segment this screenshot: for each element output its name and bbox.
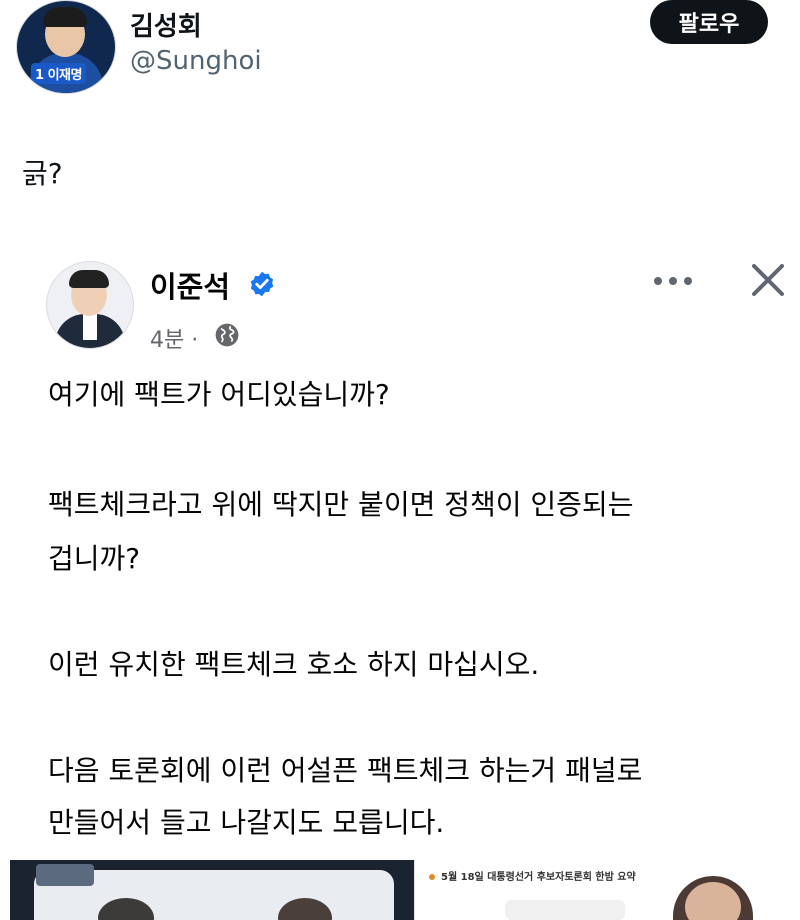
post-paragraph: 다음 토론회에 이런 어설픈 팩트체크 하는거 패널로	[48, 754, 643, 787]
image-caption-text: 5월 18일 대통령선거 후보자토론회 한밤 요약	[441, 872, 636, 883]
post-time: 4분 ·	[150, 322, 198, 354]
post-time-value: 4분	[150, 328, 185, 353]
attached-image-right[interactable]: 5월 18일 대통령선거 후보자토론회 한밤 요약	[414, 860, 781, 920]
avatar-badge: 1 이재명	[31, 63, 86, 84]
embedded-post[interactable]: 이준석 4분 · 여기에 팩트가 어디있습니까? 팩트체크라고 위에 딱지만 붙…	[0, 240, 800, 920]
close-icon[interactable]	[748, 260, 788, 300]
tweet-text: 긁?	[22, 157, 63, 190]
post-paragraph: 팩트체크라고 위에 딱지만 붙이면 정책이 인증되는	[48, 488, 634, 521]
post-paragraph: 만들어서 들고 나갈지도 모릅니다.	[48, 806, 445, 839]
post-paragraph: 겁니까?	[48, 542, 141, 575]
post-author-name[interactable]: 이준석	[150, 264, 230, 306]
post-paragraph: 여기에 팩트가 어디있습니까?	[48, 378, 390, 411]
author-name[interactable]: 김성회	[130, 6, 202, 43]
post-time-separator: ·	[191, 328, 199, 353]
post-author-avatar[interactable]	[46, 261, 134, 349]
author-avatar[interactable]: 1 이재명	[16, 0, 116, 94]
tweet-body: 긁?	[0, 110, 800, 240]
globe-icon	[215, 323, 239, 347]
post-paragraph: 이런 유치한 팩트체크 호소 하지 마십시오.	[48, 648, 540, 681]
follow-button[interactable]: 팔로우	[650, 0, 768, 44]
image-caption: 5월 18일 대통령선거 후보자토론회 한밤 요약	[429, 868, 636, 883]
more-icon[interactable]	[652, 274, 694, 288]
author-handle[interactable]: @Sunghoi	[130, 46, 262, 76]
verified-badge-icon	[250, 271, 274, 297]
tweet-header: 1 이재명 김성회 @Sunghoi 팔로우	[0, 0, 800, 110]
attached-image-left[interactable]	[10, 860, 414, 920]
